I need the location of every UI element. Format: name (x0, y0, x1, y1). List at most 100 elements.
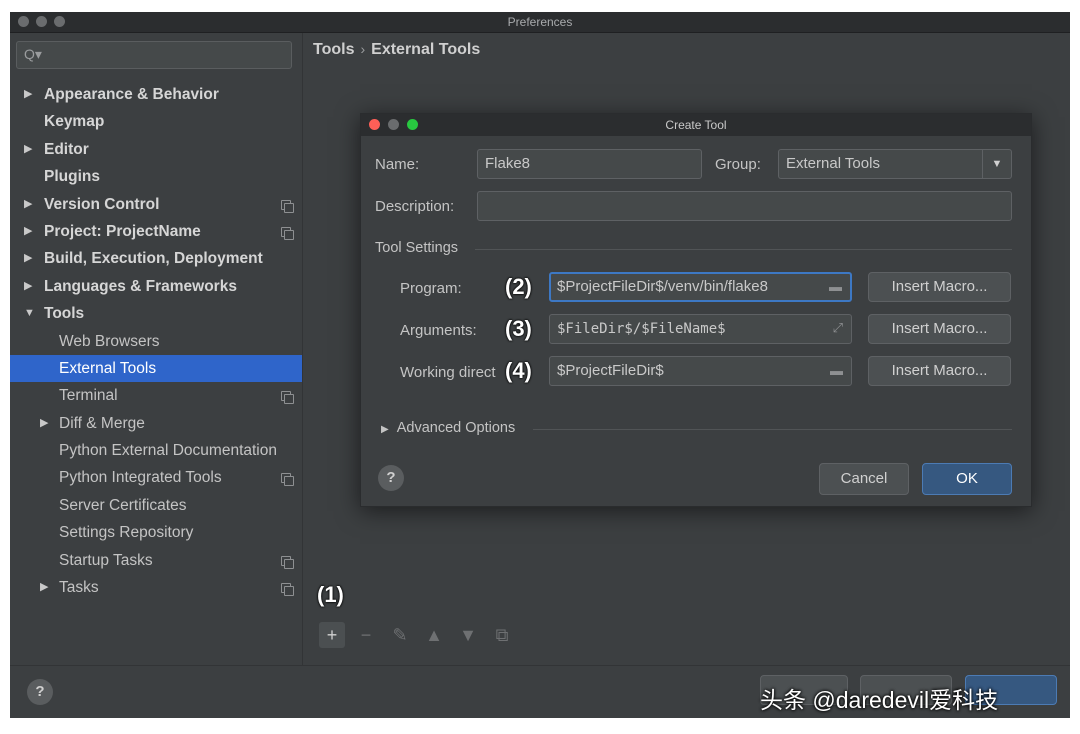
preferences-window: Preferences Q▾ ▶ Appearance & Behavior Key… (10, 12, 1070, 718)
sidebar-item-label: Server Certificates (59, 496, 187, 514)
sidebar-item-label: Keymap (44, 113, 105, 131)
annotation-2: (2) (505, 274, 532, 299)
chevron-right-icon[interactable]: ▶ (24, 191, 32, 218)
sidebar-item[interactable]: Web Browsers (10, 328, 302, 355)
chevron-down-icon[interactable]: ▼ (982, 150, 1011, 178)
edit-tool-button[interactable]: ✎ (387, 622, 413, 648)
sidebar-item-label: Version Control (44, 195, 160, 213)
project-scope-icon (281, 555, 294, 569)
dialog-help-button[interactable]: ? (378, 465, 404, 491)
sidebar-item[interactable]: ▶ Languages & Frameworks (10, 273, 302, 300)
settings-search-input[interactable]: Q▾ (16, 41, 292, 69)
ok-button[interactable]: OK (922, 463, 1012, 495)
dialog-title: Create Tool (665, 118, 727, 132)
name-field[interactable]: Flake8 (477, 149, 702, 179)
add-tool-button[interactable]: + (319, 622, 345, 648)
tools-toolbar: + − ✎ ▲ ▼ ⧉ (319, 622, 515, 648)
folder-icon[interactable]: ▬ (829, 274, 842, 300)
chevron-right-icon[interactable]: ▶ (24, 81, 32, 108)
sidebar-item-label: External Tools (59, 359, 157, 377)
sidebar-item[interactable]: ▶ Editor (10, 136, 302, 163)
arguments-label: Arguments: (400, 322, 477, 339)
project-scope-icon (281, 226, 294, 240)
chevron-right-icon[interactable]: ▶ (24, 273, 32, 300)
window-titlebar: Preferences (10, 12, 1070, 33)
copy-tool-button[interactable]: ⧉ (489, 622, 515, 648)
sidebar-item-label: Build, Execution, Deployment (44, 250, 263, 268)
sidebar-item[interactable]: ▶ Tasks (10, 574, 302, 601)
chevron-right-icon[interactable]: ▶ (24, 136, 32, 163)
sidebar-item[interactable]: Python External Documentation (10, 437, 302, 464)
program-insert-macro-button[interactable]: Insert Macro... (868, 272, 1011, 302)
sidebar-item[interactable]: ▶ Project: ProjectName (10, 218, 302, 245)
group-label: Group: (715, 156, 761, 173)
arguments-insert-macro-button[interactable]: Insert Macro... (868, 314, 1011, 344)
watermark: 头条 @daredevil爱科技 (760, 687, 999, 713)
tool-settings-divider (475, 249, 1012, 250)
breadcrumb-tools[interactable]: Tools (313, 41, 354, 58)
help-button[interactable]: ? (27, 679, 53, 705)
description-label: Description: (375, 198, 455, 215)
breadcrumb-external-tools: External Tools (371, 41, 481, 58)
sidebar-item[interactable]: ▶ Build, Execution, Deployment (10, 245, 302, 272)
program-field[interactable]: $ProjectFileDir$/venv/bin/flake8 ▬ (549, 272, 852, 302)
sidebar-item-label: Languages & Frameworks (44, 277, 237, 295)
sidebar-item[interactable]: Server Certificates (10, 492, 302, 519)
folder-icon[interactable]: ▬ (830, 357, 843, 385)
sidebar-item-label: Project: ProjectName (44, 222, 201, 240)
sidebar-item[interactable]: Plugins (10, 163, 302, 190)
sidebar-item[interactable]: ▶ Appearance & Behavior (10, 81, 302, 108)
move-up-button[interactable]: ▲ (421, 622, 447, 648)
cancel-button[interactable]: Cancel (819, 463, 909, 495)
working-directory-value: $ProjectFileDir$ (557, 362, 664, 379)
sidebar-item[interactable]: Keymap (10, 108, 302, 135)
sidebar-item-label: Web Browsers (59, 332, 160, 350)
sidebar-item-label: Diff & Merge (59, 414, 145, 432)
arguments-value: $FileDir$/$FileName$ (557, 321, 726, 337)
project-scope-icon (281, 391, 294, 405)
chevron-right-icon[interactable]: ▶ (40, 410, 48, 437)
sidebar-item-label: Plugins (44, 168, 100, 186)
tool-settings-heading: Tool Settings (375, 240, 459, 256)
project-scope-icon (281, 583, 294, 597)
project-scope-icon (281, 473, 294, 487)
program-label: Program: (400, 280, 462, 297)
working-directory-field[interactable]: $ProjectFileDir$ ▬ (549, 356, 852, 386)
breadcrumb: Tools › External Tools (313, 41, 480, 59)
workdir-insert-macro-button[interactable]: Insert Macro... (868, 356, 1011, 386)
sidebar-item[interactable]: Settings Repository (10, 519, 302, 546)
annotation-4: (4) (505, 358, 532, 383)
group-value: External Tools (786, 155, 880, 172)
search-icon: Q▾ (24, 46, 42, 62)
sidebar-item[interactable]: ▼ Tools (10, 300, 302, 327)
sidebar-item[interactable]: Startup Tasks (10, 547, 302, 574)
advanced-options-divider (533, 429, 1012, 430)
move-down-button[interactable]: ▼ (455, 622, 481, 648)
sidebar-item-label: Settings Repository (59, 524, 194, 542)
annotation-3: (3) (505, 316, 532, 341)
sidebar-item-label: Appearance & Behavior (44, 86, 219, 103)
sidebar-item-label: Startup Tasks (59, 551, 153, 569)
sidebar-item[interactable]: External Tools (10, 354, 302, 383)
arguments-field[interactable]: $FileDir$/$FileName$ ⤢ (549, 314, 852, 344)
sidebar-item[interactable]: Terminal (10, 382, 302, 409)
window-title: Preferences (507, 15, 573, 29)
chevron-right-icon: ▶ (381, 424, 389, 435)
sidebar-item[interactable]: ▶ Diff & Merge (10, 410, 302, 437)
group-combobox[interactable]: External Tools ▼ (778, 149, 1012, 179)
dialog-titlebar: Create Tool (361, 114, 1031, 136)
remove-tool-button[interactable]: − (353, 622, 379, 648)
settings-tree: ▶ Appearance & Behavior Keymap ▶ Editor Plugi… (10, 81, 302, 601)
chevron-down-icon[interactable]: ▼ (24, 300, 35, 327)
sidebar-item-label: Editor (44, 140, 89, 158)
advanced-options-toggle[interactable]: ▶ Advanced Options (381, 420, 515, 436)
chevron-right-icon[interactable]: ▶ (24, 218, 32, 245)
expand-icon[interactable]: ⤢ (833, 315, 843, 343)
sidebar-item[interactable]: ▶ Version Control (10, 191, 302, 218)
sidebar-item-label: Terminal (59, 387, 118, 405)
chevron-right-icon[interactable]: ▶ (40, 574, 48, 601)
sidebar-item[interactable]: Python Integrated Tools (10, 464, 302, 491)
chevron-right-icon: › (360, 41, 366, 57)
chevron-right-icon[interactable]: ▶ (24, 245, 32, 272)
description-field[interactable] (477, 191, 1012, 221)
